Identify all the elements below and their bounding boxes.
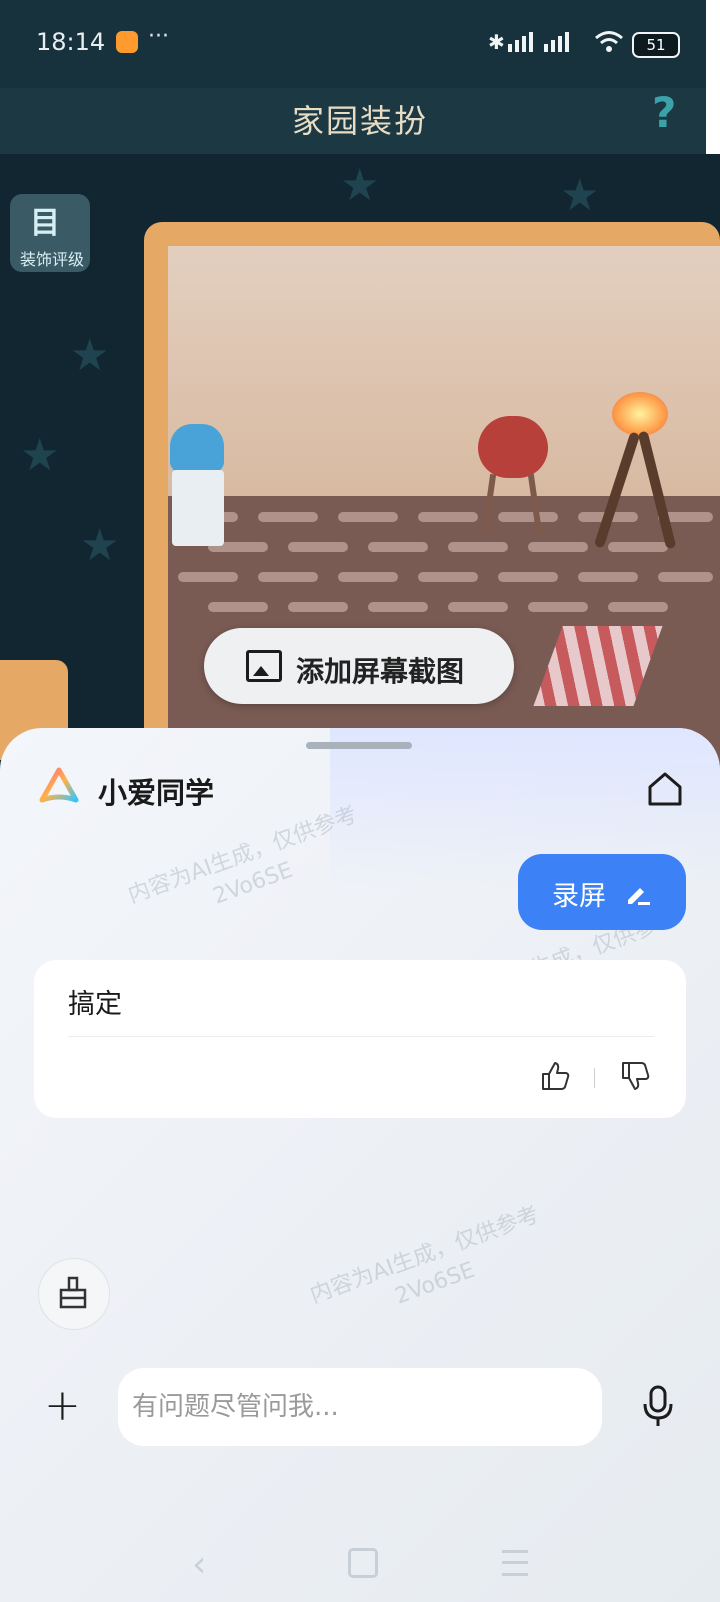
- page-title: 家园装扮: [291, 102, 428, 140]
- home-icon[interactable]: [646, 770, 684, 808]
- edit-icon[interactable]: [624, 882, 652, 906]
- more-notifications-indicator: ···: [148, 24, 169, 49]
- drag-handle[interactable]: [306, 742, 412, 749]
- microphone-icon[interactable]: [640, 1384, 676, 1428]
- add-attachment-icon[interactable]: +: [44, 1384, 81, 1428]
- star-decoration-icon: ★: [340, 160, 380, 211]
- water-jug-decoration[interactable]: [170, 424, 224, 472]
- star-decoration-icon: ★: [80, 520, 120, 571]
- brush-icon: [59, 1276, 87, 1309]
- chat-input[interactable]: [118, 1368, 602, 1446]
- user-message-text: 录屏: [552, 881, 606, 912]
- card-divider: [68, 1036, 654, 1037]
- room-wall: [168, 246, 720, 496]
- wifi-icon: [595, 31, 623, 52]
- xiaoai-logo-icon: [39, 767, 79, 803]
- thumbs-down-icon[interactable]: [620, 1060, 650, 1092]
- add-screenshot-label: 添加屏幕截图: [296, 655, 465, 688]
- fire-brazier-decoration[interactable]: [612, 392, 668, 436]
- star-decoration-icon: ★: [560, 170, 600, 221]
- assistant-reply-text: 搞定: [68, 989, 122, 1020]
- notification-app-icon: [116, 31, 138, 53]
- scroll-icon: 目: [30, 206, 60, 241]
- signal-icon: [508, 32, 569, 52]
- decoration-rating-label: 装饰评级: [19, 250, 84, 269]
- star-decoration-icon: ★: [20, 430, 60, 481]
- question-mark-icon[interactable]: ?: [652, 88, 676, 137]
- assistant-name: 小爱同学: [98, 776, 215, 810]
- status-time: 18:14: [36, 28, 106, 56]
- water-cooler-decoration[interactable]: [172, 470, 224, 546]
- home-nav-icon[interactable]: [348, 1548, 378, 1578]
- image-icon: [246, 650, 282, 682]
- bbq-grill-decoration[interactable]: [478, 416, 548, 478]
- battery-indicator: 51: [632, 32, 680, 58]
- bluetooth-icon: ✱: [488, 30, 505, 54]
- assistant-reply-card: [34, 960, 686, 1118]
- vote-separator: [594, 1068, 595, 1088]
- thumbs-up-icon[interactable]: [540, 1060, 570, 1092]
- star-decoration-icon: ★: [70, 330, 110, 381]
- recents-menu-icon[interactable]: [502, 1550, 528, 1576]
- back-icon[interactable]: ‹: [192, 1544, 206, 1585]
